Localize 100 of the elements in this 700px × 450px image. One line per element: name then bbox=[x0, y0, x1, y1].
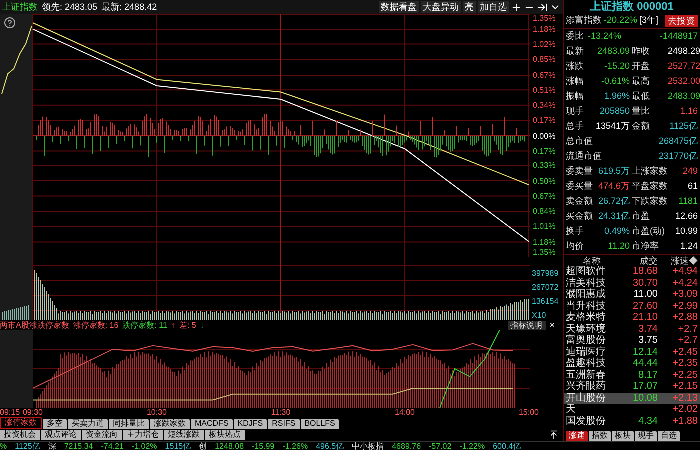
indicator-tab[interactable]: RSIFS bbox=[268, 419, 300, 429]
field-label: 最新 bbox=[566, 44, 585, 58]
axis-label: X10 bbox=[532, 311, 548, 320]
stock-row[interactable]: 富奥股份 3.75 +2.7 bbox=[564, 335, 700, 346]
status-text: -1.22% bbox=[460, 442, 486, 450]
stock-change: +2.45 bbox=[672, 346, 698, 358]
list-tab[interactable]: 指数 bbox=[589, 431, 611, 441]
field-label: 平盘家数 bbox=[631, 180, 668, 193]
axis-label: 0.84% bbox=[533, 207, 556, 216]
stock-row[interactable]: 国发股份 4.34 +1.88 bbox=[564, 416, 700, 427]
axis-label: 0.67% bbox=[533, 71, 556, 80]
field-label: 总手 bbox=[566, 120, 585, 133]
list-tab[interactable]: 板块 bbox=[612, 431, 634, 441]
toolbar-button[interactable]: 数据看盘 bbox=[379, 1, 419, 13]
indicator-tab[interactable]: 涨跌家数 bbox=[150, 419, 190, 429]
axis-label: 15:00 bbox=[518, 408, 540, 417]
indicator-tab[interactable]: 同排量比 bbox=[109, 419, 149, 429]
stock-row[interactable]: 濮阳惠成 11.00 +3.09 bbox=[564, 289, 700, 300]
stock-row[interactable]: 兴齐眼药 17.07 +2.15 bbox=[564, 381, 700, 392]
toolbar-button[interactable]: 大盘异动 bbox=[421, 1, 461, 13]
axis-label: 0.00% bbox=[533, 132, 556, 140]
stock-price: 8.17 bbox=[638, 370, 658, 381]
axis-label: 1.02% bbox=[533, 40, 556, 49]
field-label: 最高 bbox=[631, 74, 651, 88]
info-button[interactable]: 短线涨跌 bbox=[164, 430, 204, 440]
field-value: 1125亿 bbox=[668, 120, 698, 133]
stock-row[interactable]: 麦格米特 21.10 +2.88 bbox=[564, 312, 700, 324]
info-button[interactable]: 板块热点 bbox=[205, 430, 245, 440]
info-button[interactable]: 投资机会 bbox=[0, 430, 40, 440]
field-label: 均价 bbox=[566, 240, 585, 253]
stock-price: 17.07 bbox=[632, 381, 658, 392]
axis-label: 397989 bbox=[532, 269, 560, 278]
field-value: -0.61% bbox=[600, 74, 630, 88]
field-value: 619.5万 bbox=[597, 164, 630, 178]
field-value: 13541万 bbox=[594, 120, 630, 133]
info-button[interactable]: 观点评论 bbox=[41, 430, 81, 440]
limit-down-count: 跌停家数: 11 bbox=[122, 320, 168, 330]
indicator-tab[interactable]: 多空 bbox=[43, 419, 67, 429]
stock-change: +4.94 bbox=[672, 266, 698, 278]
field-label: 流通市值 bbox=[566, 150, 602, 163]
stock-name: 天壕环境 bbox=[566, 324, 607, 335]
stock-row[interactable]: 当升科技 27.60 +2.99 bbox=[564, 300, 700, 312]
up-arrow: ↑ bbox=[171, 320, 176, 330]
axis-label: 09:30 bbox=[22, 408, 44, 417]
field-label: 量比 bbox=[631, 104, 651, 118]
field-value: 231770亿 bbox=[658, 150, 698, 163]
indicator-tab[interactable]: KDJFS bbox=[234, 419, 268, 429]
stock-row[interactable]: 超图软件 18.68 +4.94 bbox=[564, 266, 700, 278]
stock-row[interactable]: 五洲新春 8.17 +2.25 bbox=[564, 370, 700, 381]
stock-price: 44.44 bbox=[632, 358, 658, 370]
arrow-to-line-icon[interactable] bbox=[537, 2, 548, 12]
stock-change: +2.88 bbox=[672, 312, 698, 324]
info-button[interactable]: 资金流向 bbox=[82, 430, 122, 440]
axis-label: 0.85% bbox=[533, 55, 556, 64]
latest-value: 最新: 2488.42 bbox=[102, 2, 158, 12]
toolbar-button[interactable]: 加自选 bbox=[478, 1, 509, 13]
stock-name: 超图软件 bbox=[566, 266, 607, 278]
stock-row[interactable]: 天 +2.02 bbox=[564, 404, 700, 416]
stock-price: 27.60 bbox=[632, 300, 658, 312]
list-tab[interactable]: 涨速 bbox=[566, 431, 588, 441]
stock-change: +2.7 bbox=[677, 335, 698, 346]
help-icon[interactable] bbox=[4, 17, 16, 29]
zoom-in-icon[interactable] bbox=[511, 2, 522, 12]
indicator-help-button[interactable]: 指标说明 bbox=[508, 320, 546, 330]
list-tab[interactable]: 现手 bbox=[635, 431, 657, 441]
field-label: 最低 bbox=[631, 90, 651, 103]
indicator-tab[interactable]: 涨停家数 bbox=[0, 417, 42, 429]
stock-change: +2.7 bbox=[677, 324, 698, 335]
field-value: -15.20 bbox=[603, 60, 630, 73]
field-value: 1.16 bbox=[679, 104, 698, 118]
stock-name: 当升科技 bbox=[566, 300, 607, 312]
pin-top-icon[interactable] bbox=[549, 430, 559, 440]
stock-row[interactable]: 开山股份 10.08 +2.13 bbox=[564, 392, 700, 404]
stock-name: 五洲新春 bbox=[566, 370, 607, 381]
stock-name: 兴齐眼药 bbox=[566, 381, 607, 392]
status-text: 深 bbox=[48, 442, 56, 450]
axis-label: 0.17% bbox=[533, 116, 556, 126]
indicator-tab[interactable]: BOLLFS bbox=[300, 419, 340, 429]
info-button[interactable]: 主力增仓 bbox=[123, 430, 163, 440]
axis-label: 0.50% bbox=[533, 176, 556, 186]
axis-label: 0.34% bbox=[533, 100, 556, 110]
indicator-tab[interactable]: 买卖力道 bbox=[68, 419, 108, 429]
stock-change: +2.15 bbox=[672, 381, 698, 392]
stock-row[interactable]: 天壕环境 3.74 +2.7 bbox=[564, 324, 700, 335]
close-button[interactable]: × bbox=[550, 320, 555, 330]
column-header: 名称 bbox=[582, 255, 602, 266]
indicator-tab[interactable]: MACDFS bbox=[191, 419, 233, 429]
list-tab[interactable]: 自选 bbox=[658, 431, 680, 441]
field-label: 开盘 bbox=[631, 60, 651, 73]
status-text: -1.02% bbox=[132, 442, 158, 450]
field-label: 委卖量 bbox=[566, 164, 594, 178]
axis-label: 0.17% bbox=[533, 146, 556, 156]
stock-row[interactable]: 迪瑞医疗 12.14 +2.45 bbox=[564, 346, 700, 358]
toolbar-button[interactable]: 亮 bbox=[463, 1, 476, 13]
status-text: 创 bbox=[199, 442, 208, 450]
invest-button[interactable]: 去投资 bbox=[665, 15, 698, 27]
field-value: 2483.09 bbox=[668, 90, 700, 103]
stock-row[interactable]: 洁美科技 30.70 +4.24 bbox=[564, 278, 700, 289]
field-label: 金额 bbox=[631, 120, 651, 133]
stock-row[interactable]: 盈趣科技 44.44 +2.35 bbox=[564, 358, 700, 370]
